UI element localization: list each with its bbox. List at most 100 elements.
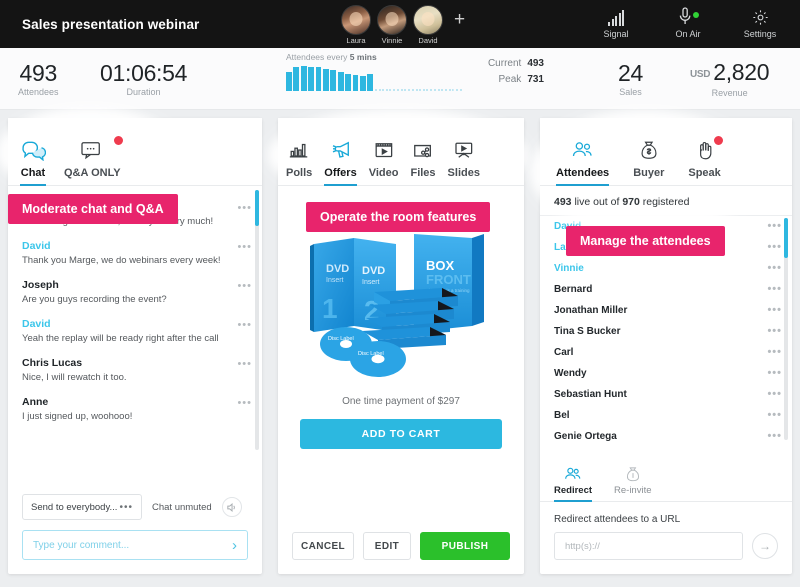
people-redirect-icon — [554, 464, 592, 484]
chart-bar-placeholder — [382, 89, 388, 91]
redirect-form: http(s):// → — [540, 532, 792, 560]
tab-qa-only-label: Q&A ONLY — [64, 167, 121, 179]
chat-message-menu-icon[interactable]: ••• — [237, 280, 252, 292]
top-bar-actions: Signal On Air Settings — [590, 4, 786, 39]
on-air-button[interactable]: On Air — [662, 4, 714, 39]
attendee-row-menu-icon[interactable]: ••• — [767, 388, 782, 400]
tab-buyer-highlight[interactable]: Buyer — [633, 135, 664, 185]
current-readout: Current 493 — [470, 56, 544, 72]
attendee-row[interactable]: Genie Ortega ••• — [540, 426, 792, 444]
tab-redirect[interactable]: Redirect — [554, 458, 593, 502]
chart-bar — [367, 74, 374, 91]
attendee-row[interactable]: Carl ••• — [540, 342, 792, 363]
attendee-row-menu-icon[interactable]: ••• — [767, 409, 782, 421]
attendee-name: Vinnie — [554, 263, 584, 274]
tab-speak-highlight[interactable]: Speak — [688, 135, 724, 185]
attendees-tabs-highlight: Attendees Buyer Speak — [540, 118, 792, 186]
attendee-row-menu-icon[interactable]: ••• — [767, 325, 782, 337]
chat-message-menu-icon[interactable]: ••• — [237, 397, 252, 409]
tab-chat-highlight[interactable]: Chat — [20, 135, 46, 186]
attendee-row[interactable]: Sebastian Hunt ••• — [540, 384, 792, 405]
signal-icon — [590, 4, 642, 26]
add-presenter-button[interactable]: + — [454, 5, 465, 35]
chat-message-author: David — [22, 240, 51, 252]
chat-composer-controls: Send to everybody... ••• Chat unmuted — [22, 494, 248, 520]
presenter-name: Vinnie — [381, 36, 403, 45]
chart-bar-placeholder — [433, 89, 440, 91]
peak-readout: Peak 731 — [470, 72, 544, 88]
tab-video-highlight[interactable]: Video — [369, 135, 398, 185]
attendee-name: Sebastian Hunt — [554, 389, 627, 400]
chart-bar-placeholder — [455, 89, 462, 91]
chat-message-author: Chris Lucas — [22, 357, 83, 369]
files-share-icon — [410, 135, 435, 165]
callout-room-features: Operate the room features — [306, 202, 491, 232]
chart-bar — [345, 74, 352, 91]
attendee-name: Tina S Bucker — [554, 326, 621, 337]
signal-button[interactable]: Signal — [590, 4, 642, 39]
tab-files-highlight[interactable]: Files — [410, 135, 436, 185]
speaker-icon[interactable] — [221, 497, 242, 517]
chart-bar-placeholder — [448, 89, 455, 91]
tab-offers-highlight[interactable]: Offers — [324, 135, 358, 186]
send-arrow-icon[interactable]: › — [232, 537, 237, 554]
presenter-david[interactable]: David — [412, 2, 444, 45]
tab-slides-highlight[interactable]: Slides — [448, 135, 480, 185]
add-to-cart-button[interactable]: ADD TO CART — [300, 419, 502, 449]
chart-bar — [330, 70, 337, 91]
tab-redirect-label: Redirect — [554, 485, 593, 496]
attendee-row[interactable]: Bel ••• — [540, 405, 792, 426]
presenter-laura[interactable]: Laura — [340, 2, 372, 45]
chart-title-prefix: Attendees every — [286, 52, 350, 62]
spotlight-room-tabs: Polls Offers Video Files Slides — [278, 118, 524, 186]
send-to-selector[interactable]: Send to everybody... ••• — [22, 494, 142, 520]
tab-reinvite[interactable]: Re-invite — [614, 458, 652, 501]
chat-message-menu-icon[interactable]: ••• — [237, 358, 252, 370]
spotlight-chat-tabs: Chat Q&A ONLY — [8, 118, 262, 186]
attendee-row-menu-icon[interactable]: ••• — [767, 430, 782, 442]
tab-reinvite-label: Re-invite — [614, 485, 652, 496]
attendee-row-menu-icon[interactable]: ••• — [767, 241, 782, 253]
chat-message-menu-icon[interactable]: ••• — [237, 241, 252, 253]
chat-message-list[interactable]: Margaret B.I am loving the content, than… — [8, 186, 262, 454]
megaphone-icon — [324, 135, 356, 165]
offer-body: Buy my training course now! — [278, 186, 524, 574]
attendee-row-menu-icon[interactable]: ••• — [767, 304, 782, 316]
room-feature-tabs-highlight: Polls Offers Video Files Slides — [278, 118, 524, 186]
publish-button[interactable]: PUBLISH — [420, 532, 510, 560]
attendee-name: Genie Ortega — [554, 431, 617, 442]
speak-notification-badge — [712, 135, 724, 146]
attendee-row[interactable]: Wendy ••• — [540, 363, 792, 384]
svg-text:Insert: Insert — [362, 279, 380, 286]
attendee-row-menu-icon[interactable]: ••• — [767, 367, 782, 379]
attendee-row-menu-icon[interactable]: ••• — [767, 262, 782, 274]
webinar-title: Sales presentation webinar — [22, 16, 200, 32]
cancel-button[interactable]: CANCEL — [292, 532, 354, 560]
redirect-url-input[interactable]: http(s):// — [554, 532, 743, 560]
chart-bar — [293, 67, 300, 91]
chat-message-text: Thank you Marge, we do webinars every we… — [22, 255, 221, 266]
revenue-label: Revenue — [711, 87, 748, 98]
attendee-row-menu-icon[interactable]: ••• — [767, 283, 782, 295]
current-label: Current — [487, 58, 522, 69]
tab-polls-highlight[interactable]: Polls — [286, 135, 312, 185]
presenter-vinnie[interactable]: Vinnie — [376, 2, 408, 45]
comment-input[interactable]: Type your comment... › — [22, 530, 248, 560]
tab-attendees-highlight[interactable]: Attendees — [556, 135, 610, 186]
attendees-value: 493 — [19, 59, 58, 86]
settings-button[interactable]: Settings — [734, 4, 786, 39]
attendee-row[interactable]: Bernard ••• — [540, 279, 792, 300]
chat-message-menu-icon[interactable]: ••• — [237, 202, 252, 214]
redirect-label: Redirect attendees to a URL — [554, 514, 681, 525]
edit-button[interactable]: EDIT — [363, 532, 411, 560]
slides-screen-icon — [448, 135, 480, 165]
chat-message: Anne I just signed up, woohooo! ••• — [8, 391, 262, 430]
attendee-row[interactable]: Vinnie ••• — [540, 258, 792, 279]
tab-qa-only-highlight[interactable]: Q&A ONLY — [64, 135, 124, 185]
chat-message-menu-icon[interactable]: ••• — [237, 319, 252, 331]
redirect-submit-button[interactable]: → — [752, 533, 778, 559]
attendee-row[interactable]: Jonathan Miller ••• — [540, 300, 792, 321]
attendee-row-menu-icon[interactable]: ••• — [767, 220, 782, 232]
attendee-row-menu-icon[interactable]: ••• — [767, 346, 782, 358]
attendee-row[interactable]: Tina S Bucker ••• — [540, 321, 792, 342]
